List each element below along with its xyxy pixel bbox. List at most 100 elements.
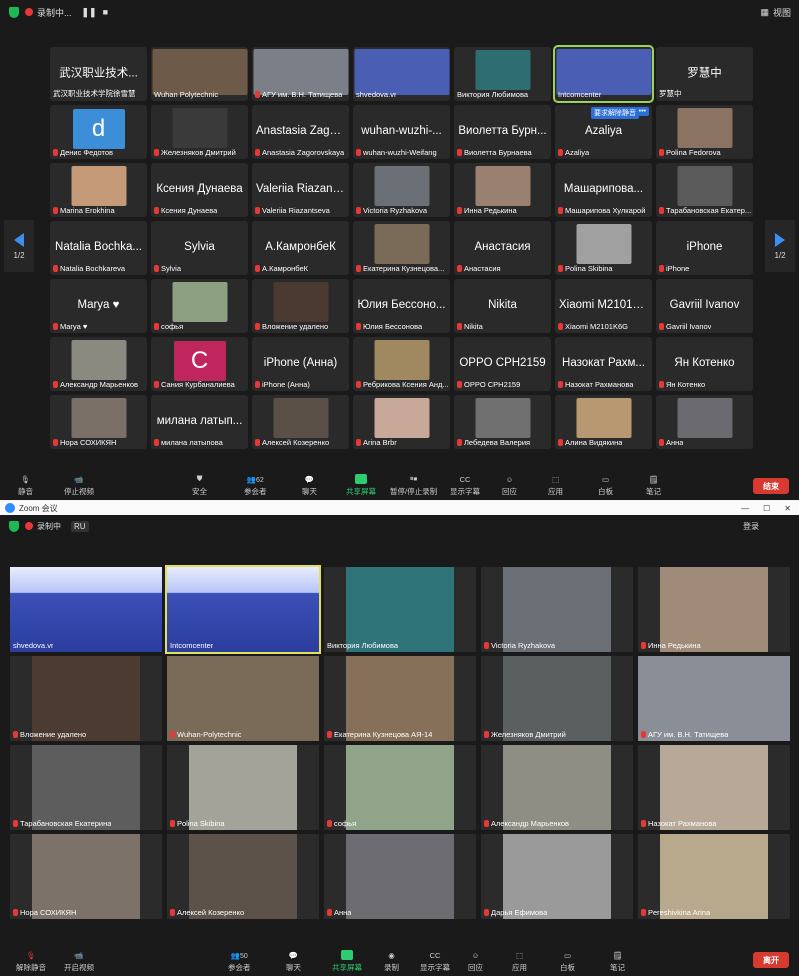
participant-tile-large[interactable]: Pereshivkina Arina: [638, 834, 790, 919]
participant-tile[interactable]: Polina Fedorova: [656, 105, 753, 159]
participant-tile[interactable]: iPhone iPhone: [656, 221, 753, 275]
participant-tile[interactable]: Nikita Nikita: [454, 279, 551, 333]
participant-tile[interactable]: Анастасия Анастасия: [454, 221, 551, 275]
participant-tile-large[interactable]: Алексей Козеренко: [167, 834, 319, 919]
captions-button[interactable]: CC 显示字幕: [450, 475, 480, 497]
participant-tile-large[interactable]: Железняков Дмитрий: [481, 656, 633, 741]
participant-tile-large[interactable]: Дарья Ефимова: [481, 834, 633, 919]
participant-tile-large[interactable]: Polina Skibina: [167, 745, 319, 830]
chat-button-2[interactable]: 💬 聊天: [286, 951, 301, 973]
participant-tile[interactable]: d Денис Федотов: [50, 105, 147, 159]
participant-tile[interactable]: Anastasia Zago... Anastasia Zagorovskaya: [252, 105, 349, 159]
language-badge[interactable]: RU: [71, 520, 89, 532]
participant-tile[interactable]: Ян Котенко Ян Котенко: [656, 337, 753, 391]
participant-tile[interactable]: Нора СОХИКЯН: [50, 395, 147, 449]
participant-tile-large[interactable]: Нора СОХИКЯН: [10, 834, 162, 919]
participant-tile[interactable]: Виолетта Бурн... Виолетта Бурнаева: [454, 105, 551, 159]
participant-tile[interactable]: 武汉职业技术... 武汉职业技术学院徐雪慧: [50, 47, 147, 101]
participant-tile[interactable]: Виктория Любимова: [454, 47, 551, 101]
participant-tile-large[interactable]: Анна: [324, 834, 476, 919]
participant-tile[interactable]: Машарипова... Машарипова Хулкарой: [555, 163, 652, 217]
participant-tile[interactable]: Polina Skibina: [555, 221, 652, 275]
participant-tile-large[interactable]: Назокат Рахманова: [638, 745, 790, 830]
participant-tile[interactable]: Azaliya 要求解除静音 ••• Azaliya: [555, 105, 652, 159]
unmute-button[interactable]: 🎙 解除静音: [16, 951, 46, 973]
participant-tile[interactable]: Анна: [656, 395, 753, 449]
participant-tile[interactable]: Железняков Дмитрий: [151, 105, 248, 159]
maximize-icon[interactable]: ☐: [763, 504, 770, 513]
reactions-button-2[interactable]: ☺ 回应: [468, 951, 483, 973]
participant-tile[interactable]: Лебедева Валерия: [454, 395, 551, 449]
participant-tile-large[interactable]: Александр Марьенков: [481, 745, 633, 830]
participant-tile[interactable]: Ксения Дунаева Ксения Дунаева: [151, 163, 248, 217]
participant-tile[interactable]: С Сания Курбаналиева: [151, 337, 248, 391]
participant-tile[interactable]: Алексей Козеренко: [252, 395, 349, 449]
participant-tile-large[interactable]: Victoria Ryzhakova: [481, 567, 633, 652]
more-icon[interactable]: •••: [635, 107, 649, 116]
participant-tile[interactable]: Тарабановская Екатер...: [656, 163, 753, 217]
pause-record-icon[interactable]: ❚❚: [82, 7, 97, 18]
share-screen-button[interactable]: 共享屏幕: [346, 474, 376, 497]
participant-tile-large[interactable]: Инна Редькина: [638, 567, 790, 652]
participant-tile[interactable]: wuhan-wuzhi-... wuhan-wuzhi-Weifang: [353, 105, 450, 159]
pause-record-button[interactable]: ⏸⏹ 暂停/停止录制: [390, 474, 437, 497]
participant-tile[interactable]: Arina Brbr: [353, 395, 450, 449]
whiteboard-button-2[interactable]: ▭ 白板: [560, 951, 575, 973]
view-button[interactable]: 视图: [773, 6, 791, 19]
participant-tile[interactable]: АГУ им. В.Н. Татищева: [252, 47, 349, 101]
participant-tile[interactable]: Инна Редькина: [454, 163, 551, 217]
participant-tile[interactable]: Natalia Bochka... Natalia Bochkareva: [50, 221, 147, 275]
participant-tile[interactable]: Marina Erokhina: [50, 163, 147, 217]
participant-tile-large[interactable]: Вложение удалено: [10, 656, 162, 741]
start-video-button[interactable]: 📹 开启视频: [64, 951, 94, 973]
participant-tile[interactable]: А.КамронбеК А.КамронбеК: [252, 221, 349, 275]
participant-tile[interactable]: Gavriil Ivanov Gavriil Ivanov: [656, 279, 753, 333]
notes-button[interactable]: 🗒 笔记: [646, 475, 661, 497]
participants-button[interactable]: 👥62 参会者: [244, 475, 267, 497]
notes-button-2[interactable]: 🗒 笔记: [610, 951, 625, 973]
participant-tile[interactable]: Екатерина Кузнецова...: [353, 221, 450, 275]
stop-record-icon[interactable]: ■: [103, 7, 108, 17]
chat-button[interactable]: 💬 聊天: [302, 475, 317, 497]
participant-tile[interactable]: Marya ♥ Marya ♥: [50, 279, 147, 333]
shield-icon[interactable]: [9, 520, 19, 532]
participant-tile[interactable]: Intcomcenter: [553, 45, 654, 103]
participant-tile[interactable]: 罗慧中 罗慧中: [656, 47, 753, 101]
whiteboard-button[interactable]: ▭ 白板: [598, 475, 613, 497]
participant-tile[interactable]: Ребрикова Ксения Анд...: [353, 337, 450, 391]
participant-tile[interactable]: Юлия Бессоно... Юлия Бессонова: [353, 279, 450, 333]
participant-tile[interactable]: Алина Видякина: [555, 395, 652, 449]
share-screen-button-2[interactable]: 共享屏幕: [332, 950, 362, 973]
close-icon[interactable]: ✕: [784, 504, 791, 513]
participant-tile[interactable]: Вложение удалено: [252, 279, 349, 333]
participant-tile-large[interactable]: Intcomcenter: [165, 565, 321, 654]
captions-button-2[interactable]: CC 显示字幕: [420, 951, 450, 973]
participant-tile-large[interactable]: софья: [324, 745, 476, 830]
participant-tile[interactable]: iPhone (Анна) iPhone (Анна): [252, 337, 349, 391]
security-button[interactable]: ⛊ 安全: [192, 474, 207, 497]
participant-tile[interactable]: Александр Марьенков: [50, 337, 147, 391]
participant-tile-large[interactable]: Тарабановская Екатерина: [10, 745, 162, 830]
participant-tile[interactable]: софья: [151, 279, 248, 333]
participant-tile[interactable]: Xiaomi M2101K... Xiaomi M2101K6G: [555, 279, 652, 333]
participant-tile[interactable]: Valeriia Riazant... Valeriia Riazantseva: [252, 163, 349, 217]
participant-tile-large[interactable]: АГУ им. В.Н. Татищева: [638, 656, 790, 741]
apps-button-2[interactable]: ⬚ 应用: [512, 951, 527, 973]
stop-video-button[interactable]: 📹 停止视频: [64, 475, 94, 497]
participant-tile-large[interactable]: Екатерина Кузнецова АЯ-14: [324, 656, 476, 741]
ask-unmute-button[interactable]: 要求解除静音: [591, 107, 639, 119]
participant-tile[interactable]: Назокат Рахм... Назокат Рахманова: [555, 337, 652, 391]
participant-tile-large[interactable]: shvedova.vr: [10, 567, 162, 652]
participant-tile-large[interactable]: Wuhan-Polytechnic: [167, 656, 319, 741]
record-button[interactable]: ◉ 录制: [384, 951, 399, 973]
reactions-button[interactable]: ☺ 回应: [502, 475, 517, 497]
participants-button-2[interactable]: 👥50 参会者: [228, 951, 251, 973]
mute-button[interactable]: 🎙 静音: [18, 475, 33, 497]
leave-meeting-button[interactable]: 离开: [753, 952, 789, 968]
participant-tile[interactable]: Sylvia Sylvia: [151, 221, 248, 275]
shield-icon[interactable]: [9, 6, 19, 18]
participant-tile-large[interactable]: Виктория Любимова: [324, 567, 476, 652]
participant-tile[interactable]: милана латып... милана латыпова: [151, 395, 248, 449]
apps-button[interactable]: ⬚ 应用: [548, 475, 563, 497]
next-page-button[interactable]: 1/2: [765, 220, 795, 272]
